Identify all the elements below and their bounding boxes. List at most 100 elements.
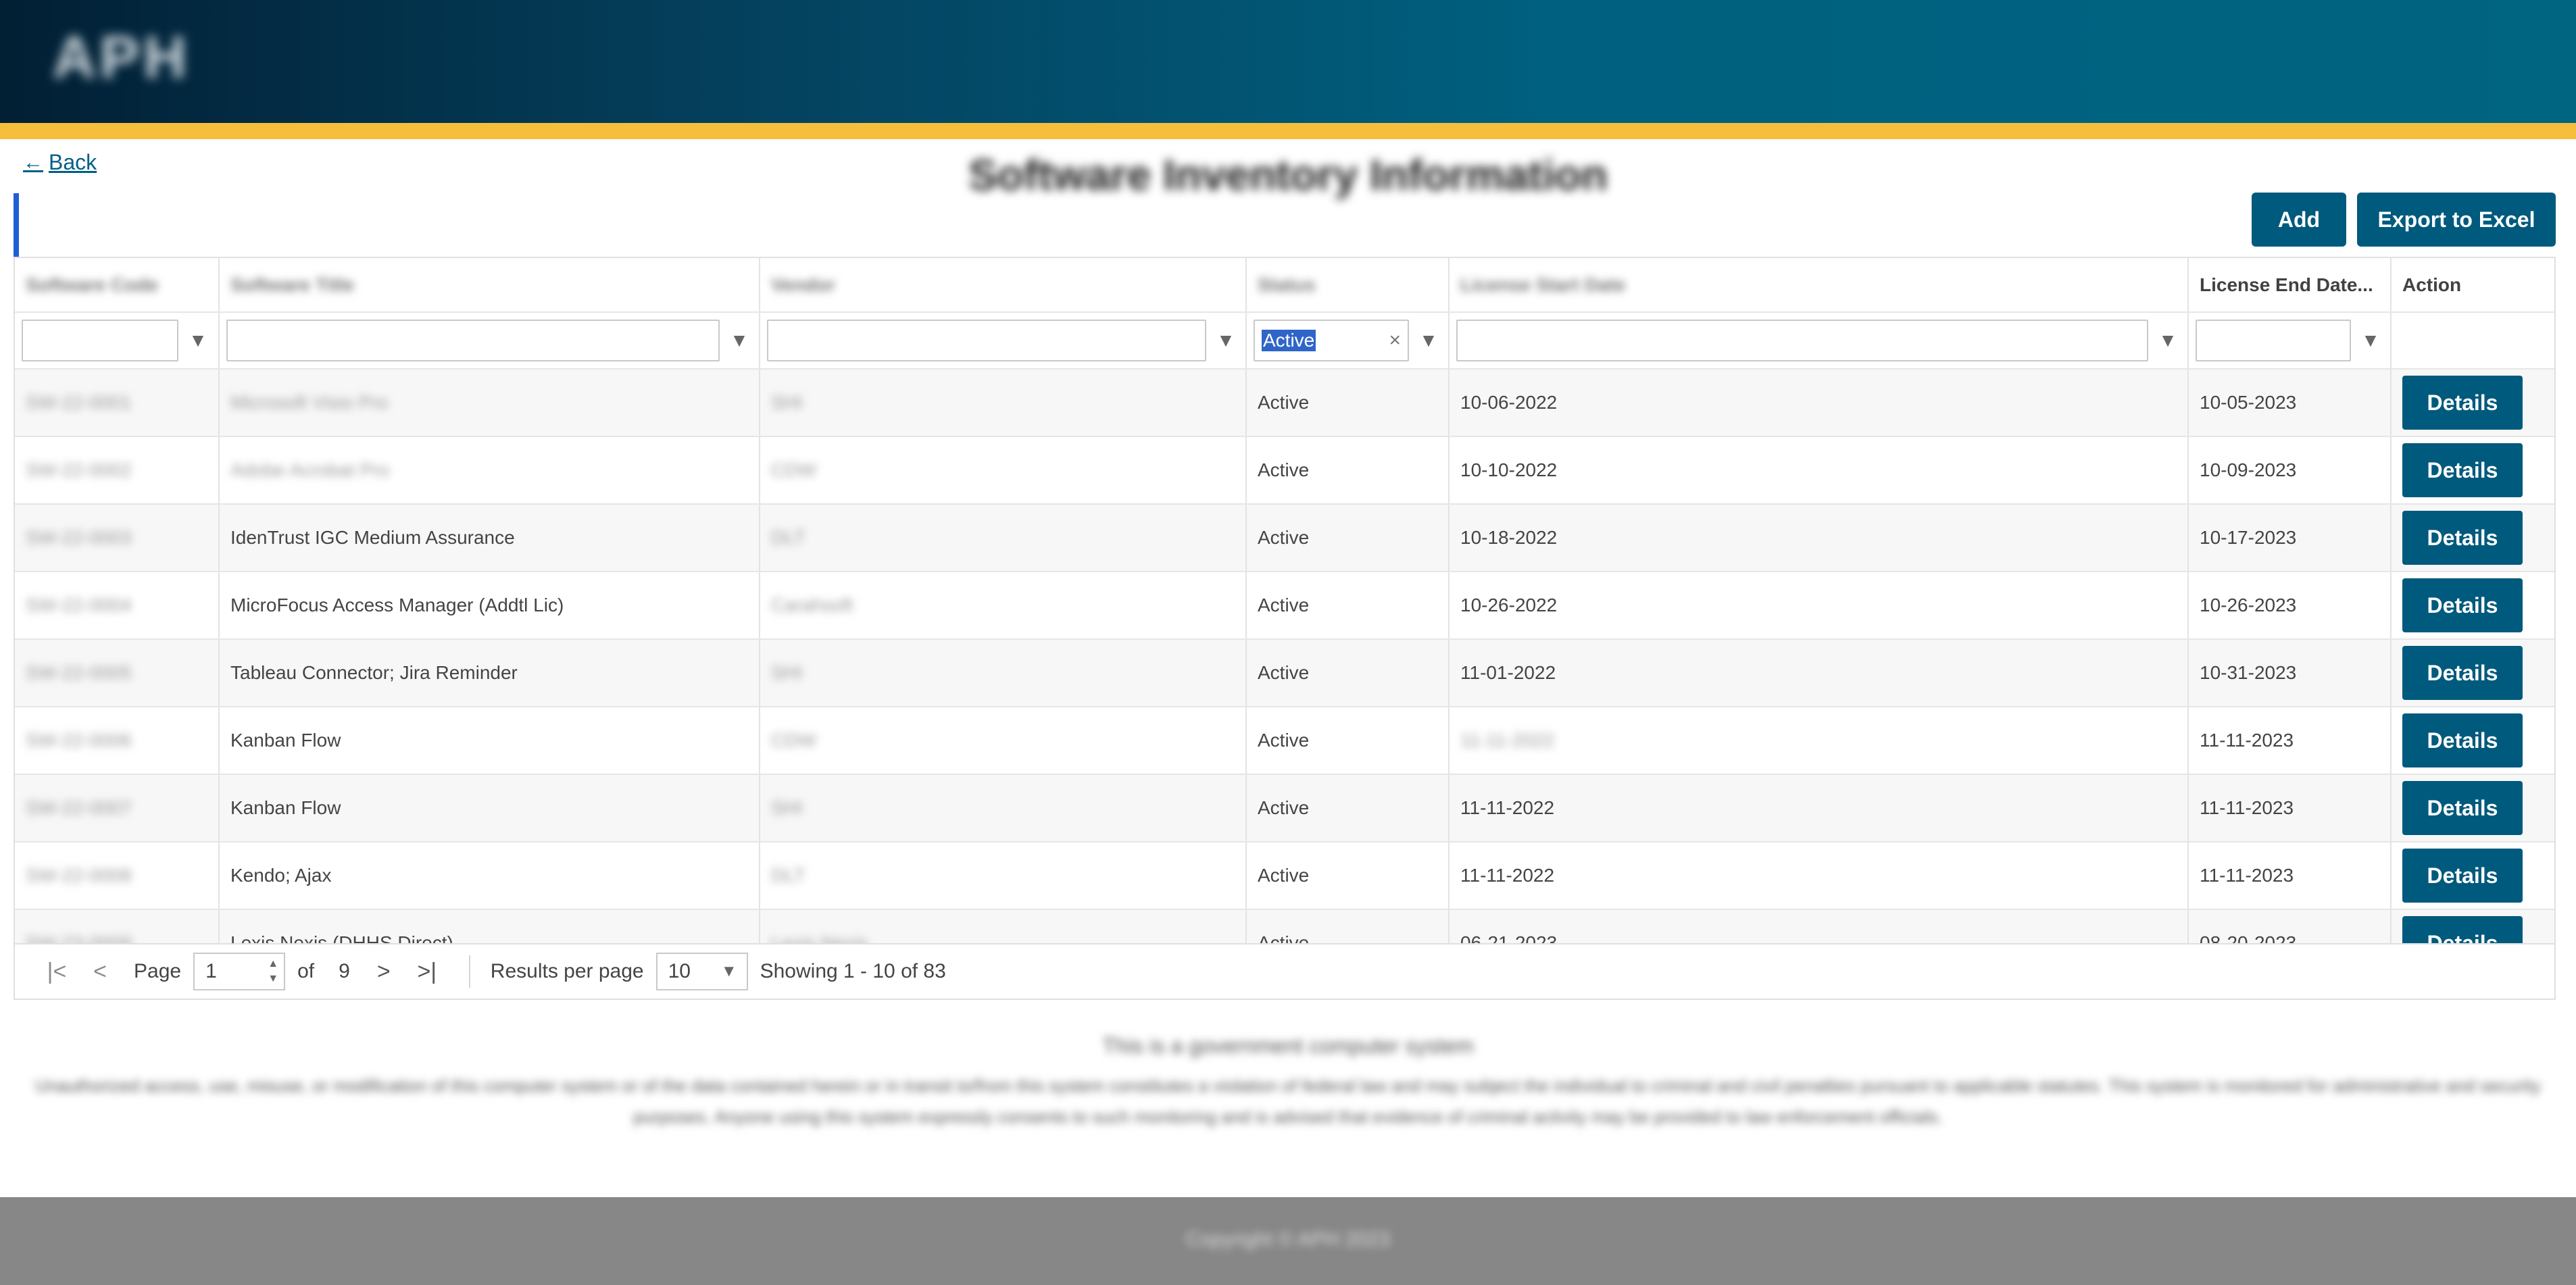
filter-icon[interactable]: ▼	[729, 330, 749, 351]
cell-license-end: 11-11-2023	[2200, 797, 2294, 818]
column-header-vendor[interactable]: Vendor	[760, 258, 1247, 313]
software-inventory-grid: Software Code Software Title Vendor Stat…	[14, 257, 2556, 1000]
table-row: SW-22-0006 Kanban Flow CDW Active 11-11-2022…	[15, 707, 2554, 775]
column-header-license-start-date[interactable]: License Start Date	[1449, 258, 2189, 313]
cell-license-start: 10-10-2022	[1460, 459, 1558, 480]
cell-software-code: SW-22-0004	[26, 595, 132, 615]
cell-license-start: 10-18-2022	[1460, 527, 1558, 548]
cell-license-start: 11-01-2022	[1460, 662, 1556, 683]
cell-license-start: 11-11-2022	[1460, 865, 1555, 886]
cell-software-title: MicroFocus Access Manager (Addtl Lic)	[230, 595, 564, 615]
next-page-icon[interactable]: >	[362, 959, 405, 985]
cell-status: Active	[1258, 595, 1310, 615]
column-header-license-end-date[interactable]: License End Date...	[2188, 258, 2392, 313]
cell-vendor: CDW	[771, 730, 816, 751]
cell-software-code: SW-22-0006	[26, 730, 132, 751]
filter-icon[interactable]: ▼	[188, 330, 208, 351]
grid-header-row: Software Code Software Title Vendor Stat…	[15, 258, 2554, 313]
page-number-input[interactable]: 1 ▲ ▼	[193, 953, 286, 990]
cell-software-title: Kanban Flow	[230, 797, 341, 818]
table-row: SW-22-0004 MicroFocus Access Manager (Add…	[15, 572, 2554, 640]
cell-software-title: Tableau Connector; Jira Reminder	[230, 662, 518, 683]
details-button[interactable]: Details	[2402, 849, 2523, 903]
filter-input-title[interactable]	[226, 320, 720, 361]
cell-license-start: 10-26-2022	[1460, 595, 1558, 615]
total-pages: 9	[339, 960, 350, 982]
cell-status: Active	[1258, 865, 1310, 886]
cell-software-code: SW-22-0007	[26, 797, 132, 818]
cell-vendor: SHI	[771, 662, 803, 683]
filter-icon[interactable]: ▼	[1418, 330, 1439, 351]
cell-status: Active	[1258, 730, 1310, 751]
cell-software-code: SW-22-0008	[26, 865, 132, 886]
grid-pager: |< < Page 1 ▲ ▼ of 9 > >| Results per pag…	[14, 943, 2556, 1000]
cell-license-end: 10-09-2023	[2200, 459, 2297, 480]
cell-vendor: DLT	[771, 527, 806, 548]
grid-filter-row: ▼ ▼ ▼ Active × ▼ ▼ ▼	[15, 312, 2554, 370]
filter-input-end-date[interactable]	[2196, 320, 2351, 361]
table-row: SW-22-0001 Microsoft Visio Pro SHI Active 10…	[15, 369, 2554, 437]
last-page-icon[interactable]: >|	[405, 959, 449, 985]
column-header-software-code[interactable]: Software Code	[15, 258, 220, 313]
copyright-text: Copyright © APH 2023	[1185, 1228, 1391, 1251]
cell-license-start: 11-11-2022	[1460, 730, 1555, 751]
section-accent-bar	[14, 193, 19, 257]
page-label: Page	[134, 960, 182, 982]
table-row: SW-22-0005 Tableau Connector; Jira Remind…	[15, 639, 2554, 707]
cell-software-code: SW-22-0002	[26, 459, 132, 480]
footer-notice-title: This is a government computer system	[1102, 1034, 1474, 1058]
details-button[interactable]: Details	[2402, 511, 2523, 565]
details-button[interactable]: Details	[2402, 646, 2523, 700]
spinner-icon[interactable]: ▲ ▼	[268, 957, 278, 986]
column-header-software-title[interactable]: Software Title	[219, 258, 760, 313]
details-button[interactable]: Details	[2402, 443, 2523, 497]
chevron-down-icon: ▼	[720, 962, 737, 980]
of-label: of	[297, 960, 315, 982]
header-accent-stripe	[0, 123, 2576, 139]
results-summary: Showing 1 - 10 of 83	[760, 960, 946, 982]
cell-software-title: Microsoft Visio Pro	[230, 392, 388, 413]
filter-input-start-date[interactable]	[1456, 320, 2148, 361]
cell-license-end: 10-31-2023	[2200, 662, 2297, 683]
details-button[interactable]: Details	[2402, 713, 2523, 767]
details-button[interactable]: Details	[2402, 578, 2523, 632]
cell-software-code: SW-22-0005	[26, 662, 132, 683]
table-row: SW-22-0002 Adobe Acrobat Pro CDW Active 10-1…	[15, 436, 2554, 505]
details-button[interactable]: Details	[2402, 781, 2523, 835]
filter-icon[interactable]: ▼	[2360, 330, 2381, 351]
footer-notice-body: Unauthorized access, use, misuse, or mod…	[35, 1076, 2541, 1127]
column-header-action: Action	[2391, 258, 2554, 313]
details-button[interactable]: Details	[2402, 376, 2523, 430]
prev-page-icon[interactable]: <	[78, 959, 122, 985]
export-excel-button[interactable]: Export to Excel	[2357, 193, 2556, 247]
table-row: SW-22-0008 Kendo; Ajax DLT Active 11-11-2022…	[15, 842, 2554, 910]
results-per-page-label: Results per page	[490, 960, 644, 982]
filter-icon[interactable]: ▼	[2158, 330, 2178, 351]
cell-license-end: 10-17-2023	[2200, 527, 2297, 548]
cell-license-end: 10-26-2023	[2200, 595, 2297, 615]
first-page-icon[interactable]: |<	[35, 959, 78, 985]
cell-status: Active	[1258, 797, 1310, 818]
clear-icon[interactable]: ×	[1389, 329, 1401, 352]
pager-divider	[468, 955, 470, 988]
cell-status: Active	[1258, 527, 1310, 548]
cell-software-title: Kendo; Ajax	[230, 865, 332, 886]
filter-status-value: Active	[1262, 330, 1316, 351]
add-button[interactable]: Add	[2252, 193, 2346, 247]
filter-input-vendor[interactable]	[767, 320, 1206, 361]
filter-icon[interactable]: ▼	[1216, 330, 1236, 351]
page-title: Software Inventory Information	[968, 151, 1608, 199]
page-footer: Copyright © APH 2023	[0, 1197, 2576, 1285]
page-size-select[interactable]: 10 ▼	[655, 953, 748, 990]
cell-license-start: 10-06-2022	[1460, 392, 1558, 413]
cell-status: Active	[1258, 662, 1310, 683]
cell-license-end: 11-11-2023	[2200, 730, 2294, 751]
column-header-status[interactable]: Status	[1246, 258, 1450, 313]
cell-status: Active	[1258, 459, 1310, 480]
cell-software-title: IdenTrust IGC Medium Assurance	[230, 527, 515, 548]
filter-input-code[interactable]	[22, 320, 178, 361]
table-row: SW-22-0003 IdenTrust IGC Medium Assurance…	[15, 504, 2554, 572]
filter-input-status[interactable]: Active ×	[1254, 320, 1409, 361]
cell-vendor: CDW	[771, 459, 816, 480]
table-row: SW-22-0007 Kanban Flow SHI Active 11-11-2022…	[15, 774, 2554, 842]
